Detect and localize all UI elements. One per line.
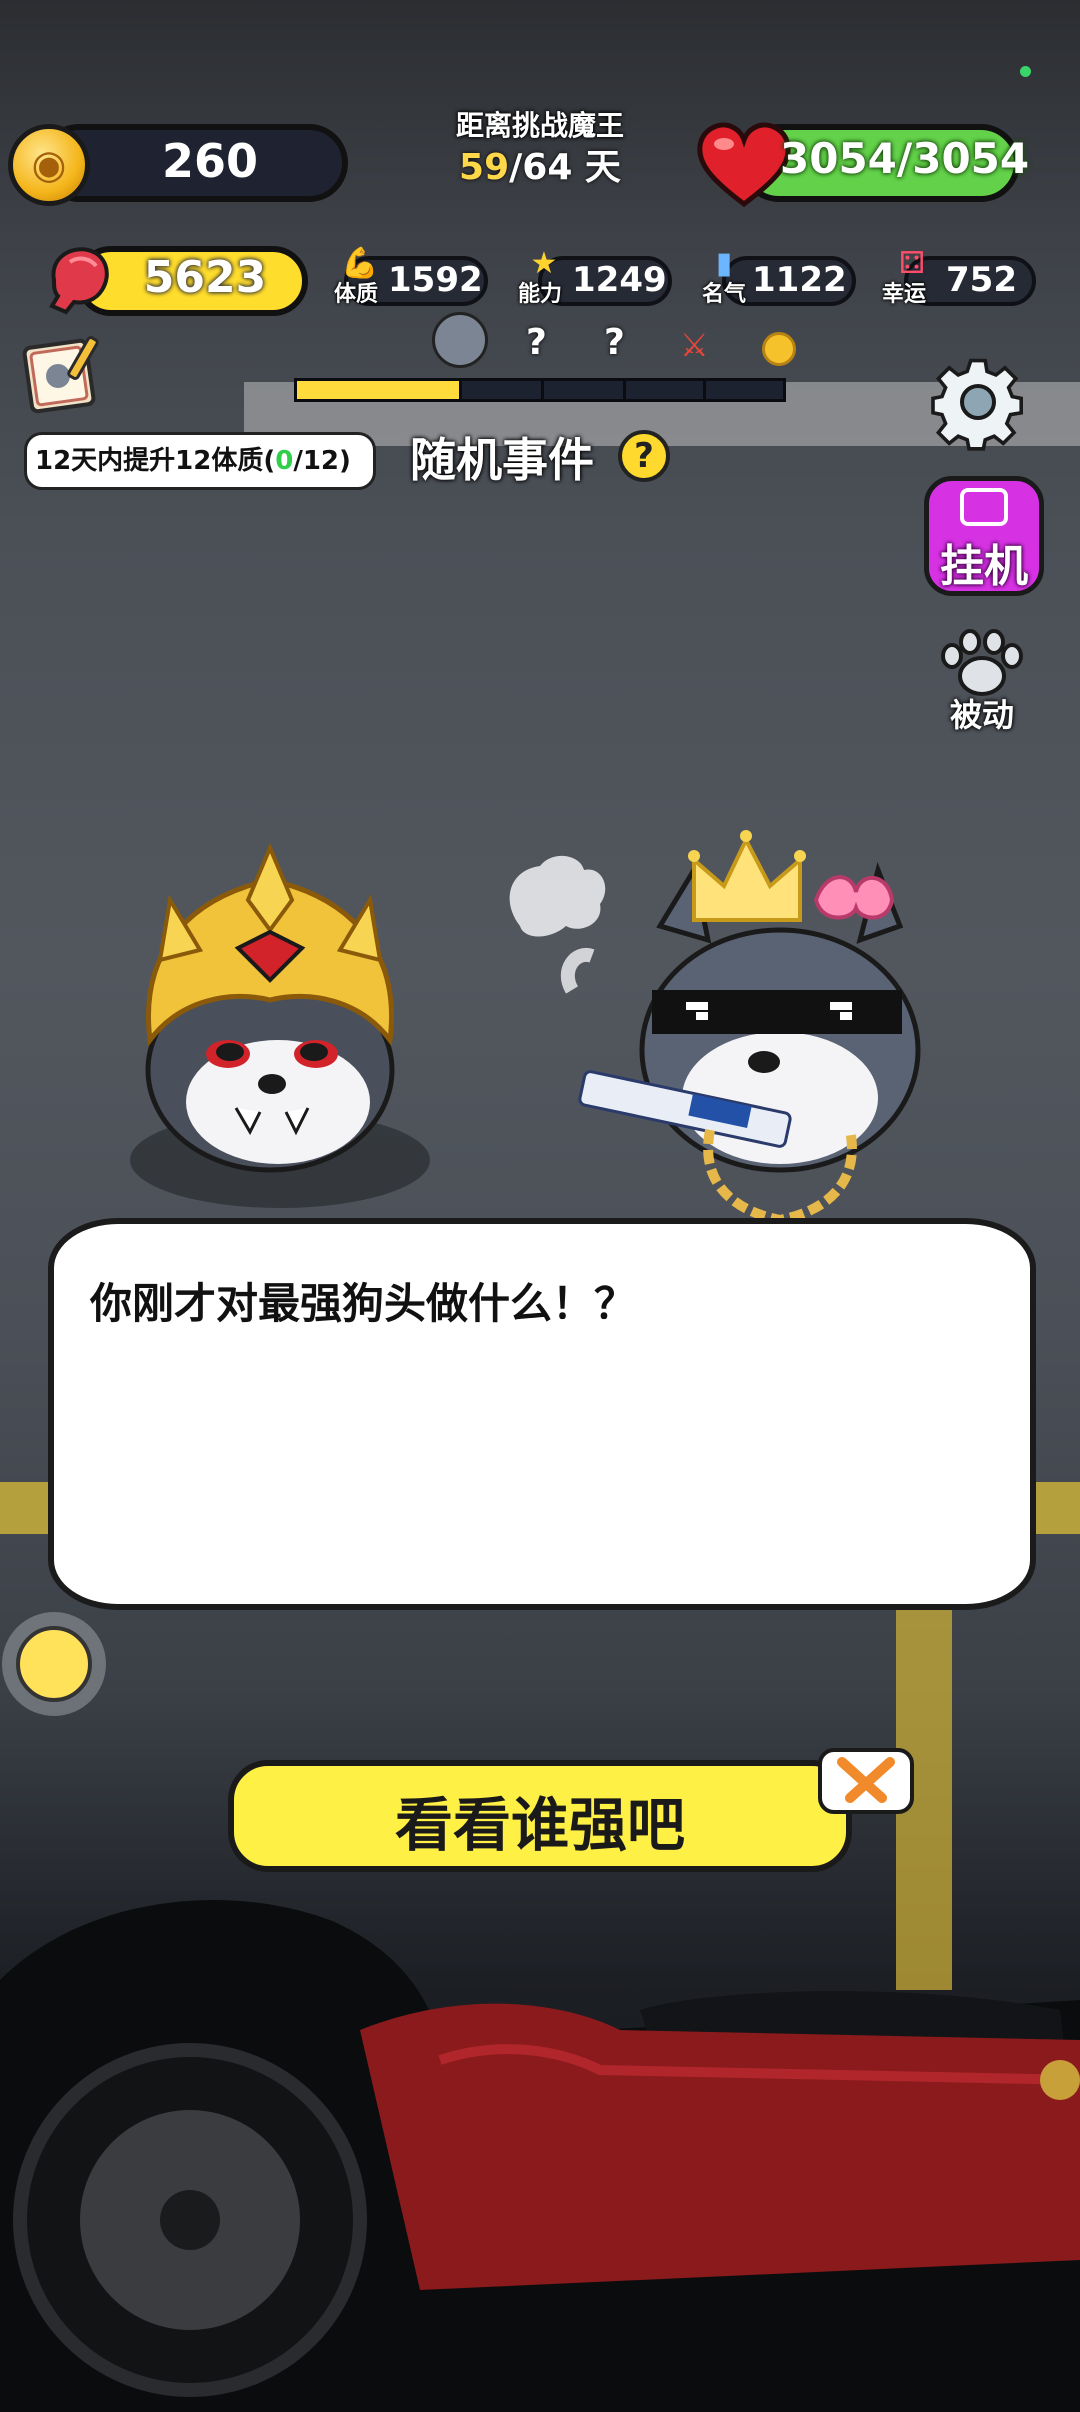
- road-marking-right: [1030, 1482, 1080, 1534]
- progress-divider: [623, 381, 626, 399]
- progress-divider: [703, 381, 706, 399]
- power-value: 5623: [143, 252, 267, 303]
- quest-objective[interactable]: 12天内提升12体质(0/12): [24, 432, 376, 490]
- skip-fight-button[interactable]: [818, 1748, 914, 1814]
- fight-button-label: 看看谁强吧: [394, 1791, 685, 1859]
- boxing-glove-icon: [49, 247, 109, 315]
- stat-luck-label: 幸运: [882, 282, 927, 307]
- stat-ability-value: 1249: [572, 260, 667, 300]
- random-event-help-button[interactable]: ?: [618, 430, 670, 482]
- coin-icon: ◉: [8, 124, 90, 206]
- coin-count: 260: [161, 134, 259, 188]
- golden-armored-dog-character: [130, 842, 430, 1208]
- progress-mark-unknown: ?: [526, 322, 547, 363]
- random-event-label[interactable]: 随机事件: [410, 424, 594, 490]
- progress-track: [294, 378, 786, 402]
- progress-divider: [459, 381, 462, 399]
- dialog-text: 你刚才对最强狗头做什么！？: [90, 1279, 637, 1328]
- quest-suffix: /12): [293, 446, 351, 476]
- emoji-face-icon: [16, 1626, 92, 1702]
- progress-fill: [297, 381, 463, 399]
- red-car-decoration: [0, 1900, 1080, 2412]
- paw-icon[interactable]: [936, 628, 1028, 698]
- stat-luck-value: 752: [946, 260, 1017, 300]
- journal-book-icon[interactable]: [22, 330, 108, 416]
- reward-coin-icon: [762, 332, 796, 366]
- progress-divider: [541, 381, 544, 399]
- quest-prefix: 12天内提升12体质(: [35, 446, 276, 476]
- online-status-dot: [1020, 66, 1031, 77]
- heart-icon: [697, 122, 791, 208]
- passive-button-label[interactable]: 被动: [926, 690, 1038, 736]
- crossed-swords-icon: ⚔: [680, 326, 709, 364]
- idle-button-label: 挂机: [940, 541, 1028, 592]
- settings-gear-icon[interactable]: [926, 350, 1030, 454]
- stat-constitution-label: 体质: [334, 282, 379, 307]
- day-total: /64 天: [509, 147, 621, 188]
- quest-done-count: 0: [275, 446, 294, 476]
- countdown-days: 59/64 天: [420, 138, 660, 190]
- cool-husky-with-crown-character: [509, 830, 921, 1226]
- stat-constitution-value: 1592: [388, 260, 483, 300]
- hp-value: 3054/3054: [780, 134, 1030, 183]
- progress-mark-unknown: ?: [604, 322, 625, 363]
- stat-fame-value: 1122: [752, 260, 847, 300]
- progress-dog-avatar-icon: [432, 312, 488, 368]
- video-camera-icon: [960, 488, 1008, 526]
- stat-ability-label: 能力: [518, 282, 563, 307]
- day-current: 59: [459, 147, 510, 188]
- stat-fame-label: 名气: [702, 282, 747, 307]
- crossed-swords-icon: [837, 1757, 895, 1803]
